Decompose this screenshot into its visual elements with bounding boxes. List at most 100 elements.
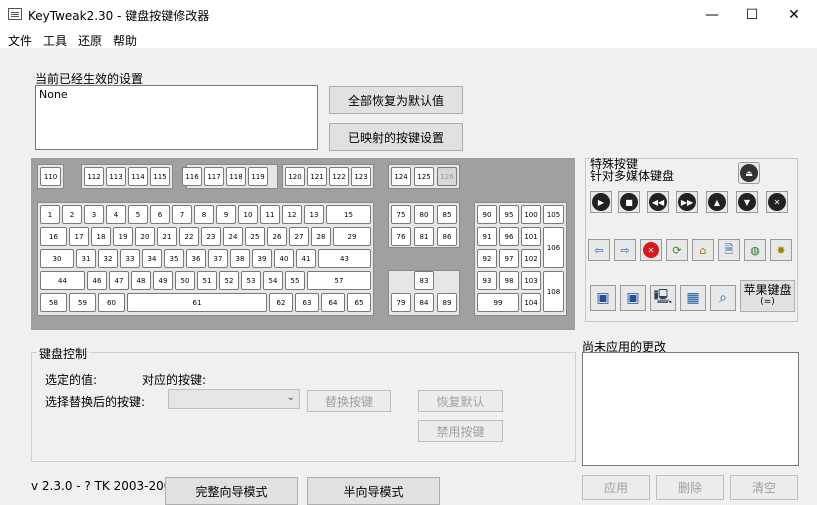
- volume-down-key[interactable]: ▼: [736, 191, 758, 213]
- my-computer-key[interactable]: 🖳: [650, 285, 676, 311]
- key[interactable]: 83: [414, 271, 434, 290]
- key[interactable]: 20: [135, 227, 155, 246]
- key[interactable]: 89: [437, 293, 457, 312]
- key[interactable]: 50: [175, 271, 195, 290]
- key[interactable]: 31: [76, 249, 96, 268]
- key[interactable]: 44: [40, 271, 85, 290]
- key[interactable]: 118: [226, 167, 246, 186]
- key[interactable]: 30: [40, 249, 74, 268]
- key[interactable]: 47: [109, 271, 129, 290]
- disable-key-button[interactable]: 禁用按键: [418, 420, 503, 442]
- media-prev-key[interactable]: ◀◀: [647, 191, 669, 213]
- key[interactable]: 43: [318, 249, 371, 268]
- key[interactable]: 46: [87, 271, 107, 290]
- key[interactable]: 49: [153, 271, 173, 290]
- search-key[interactable]: ⌕: [710, 285, 736, 311]
- key[interactable]: 117: [204, 167, 224, 186]
- menu-tools[interactable]: 工具: [43, 32, 67, 49]
- key[interactable]: 110: [40, 167, 61, 186]
- key[interactable]: 59: [69, 293, 96, 312]
- key[interactable]: 21: [157, 227, 177, 246]
- browser-back-key[interactable]: ⇦: [588, 239, 610, 261]
- key[interactable]: 8: [194, 205, 214, 224]
- apply-button[interactable]: 应用: [582, 475, 650, 500]
- key[interactable]: 115: [150, 167, 170, 186]
- key[interactable]: 33: [120, 249, 140, 268]
- key[interactable]: 13: [304, 205, 324, 224]
- key[interactable]: 3: [84, 205, 104, 224]
- key[interactable]: 97: [499, 249, 519, 268]
- delete-button[interactable]: 删除: [656, 475, 724, 500]
- key[interactable]: 48: [131, 271, 151, 290]
- key[interactable]: 60: [98, 293, 125, 312]
- key[interactable]: 101: [521, 227, 541, 246]
- key[interactable]: 54: [263, 271, 283, 290]
- media-stop-key[interactable]: ■: [618, 191, 640, 213]
- key[interactable]: 7: [172, 205, 192, 224]
- key[interactable]: 9: [216, 205, 236, 224]
- key[interactable]: 103: [521, 271, 541, 290]
- key[interactable]: 32: [98, 249, 118, 268]
- browser-globe-key[interactable]: ◍: [744, 239, 766, 261]
- key[interactable]: 4: [106, 205, 126, 224]
- key[interactable]: 24: [223, 227, 243, 246]
- key[interactable]: 86: [437, 227, 457, 246]
- key[interactable]: 36: [186, 249, 206, 268]
- browser-forward-key[interactable]: ⇨: [614, 239, 636, 261]
- key[interactable]: 63: [295, 293, 319, 312]
- full-wizard-button[interactable]: 完整向导模式: [165, 477, 298, 505]
- browser-refresh-key[interactable]: ⟳: [666, 239, 688, 261]
- key[interactable]: 19: [113, 227, 133, 246]
- key[interactable]: 37: [208, 249, 228, 268]
- current-settings-list[interactable]: None: [35, 85, 318, 150]
- mute-key[interactable]: ✕: [766, 191, 788, 213]
- key[interactable]: 124: [391, 167, 411, 186]
- key[interactable]: 15: [326, 205, 371, 224]
- key[interactable]: 91: [477, 227, 497, 246]
- key[interactable]: 100: [521, 205, 541, 224]
- menu-help[interactable]: 帮助: [113, 32, 137, 49]
- key[interactable]: 90: [477, 205, 497, 224]
- key[interactable]: 26: [267, 227, 287, 246]
- key[interactable]: 79: [391, 293, 411, 312]
- half-wizard-button[interactable]: 半向导模式: [307, 477, 440, 505]
- key[interactable]: 102: [521, 249, 541, 268]
- key[interactable]: 25: [245, 227, 265, 246]
- key[interactable]: 18: [91, 227, 111, 246]
- key[interactable]: 62: [269, 293, 293, 312]
- replace-key-select[interactable]: ⌄: [168, 389, 300, 409]
- key[interactable]: 120: [285, 167, 305, 186]
- key[interactable]: 80: [414, 205, 434, 224]
- key[interactable]: 55: [285, 271, 305, 290]
- volume-up-key[interactable]: ▲: [706, 191, 728, 213]
- key[interactable]: 84: [414, 293, 434, 312]
- menu-restore[interactable]: 还原: [78, 32, 102, 49]
- key[interactable]: 41: [296, 249, 316, 268]
- key[interactable]: 58: [40, 293, 67, 312]
- key[interactable]: 29: [333, 227, 371, 246]
- key[interactable]: 123: [351, 167, 371, 186]
- key[interactable]: 17: [69, 227, 89, 246]
- key[interactable]: 76: [391, 227, 411, 246]
- browser-stop-key[interactable]: ✕: [640, 239, 662, 261]
- key[interactable]: 122: [329, 167, 349, 186]
- key[interactable]: 85: [437, 205, 457, 224]
- key[interactable]: 126: [437, 167, 457, 186]
- key[interactable]: 1: [40, 205, 60, 224]
- key[interactable]: 27: [289, 227, 309, 246]
- maximize-button[interactable]: ☐: [729, 0, 775, 30]
- key[interactable]: 113: [106, 167, 126, 186]
- calculator-key[interactable]: ▦: [680, 285, 706, 311]
- replace-key-button[interactable]: 替换按键: [307, 390, 391, 412]
- key[interactable]: 10: [238, 205, 258, 224]
- key[interactable]: 121: [307, 167, 327, 186]
- key[interactable]: 39: [252, 249, 272, 268]
- key[interactable]: 96: [499, 227, 519, 246]
- key[interactable]: 34: [142, 249, 162, 268]
- clear-button[interactable]: 清空: [730, 475, 798, 500]
- key[interactable]: 28: [311, 227, 331, 246]
- key[interactable]: 108: [543, 271, 564, 312]
- restore-all-button[interactable]: 全部恢复为默认值: [329, 86, 463, 114]
- pending-changes-list[interactable]: [582, 352, 799, 466]
- key[interactable]: 119: [248, 167, 268, 186]
